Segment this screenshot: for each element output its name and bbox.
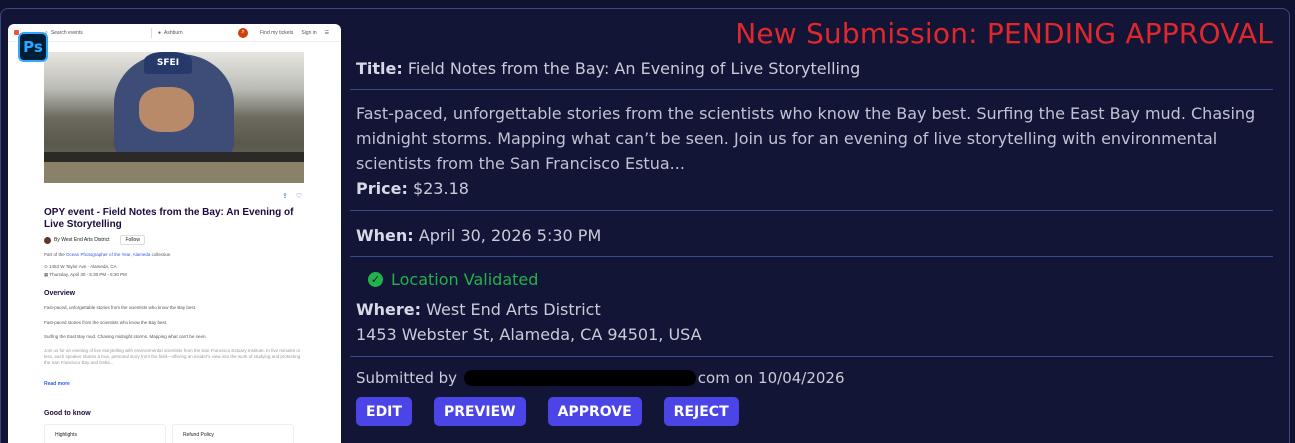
when-row: When: April 30, 2026 5:30 PM xyxy=(356,226,1272,245)
find-tickets-link[interactable]: Find my tickets xyxy=(260,30,293,36)
submitted-by-row: Submitted by com on 10/04/2026 xyxy=(356,369,1272,387)
title-label: Title: xyxy=(356,59,403,78)
location-validated-badge: ✓ Location Validated xyxy=(368,270,538,289)
preview-actions: ⇪ ♡ xyxy=(282,192,302,200)
address-text: 1453 Webster St, Alameda, CA 94501, USA xyxy=(356,325,702,344)
divider xyxy=(350,256,1273,257)
menu-icon[interactable]: ☰ xyxy=(325,30,329,36)
overview-paragraph: Fast-paced stories from the scientists w… xyxy=(44,320,168,325)
check-circle-icon: ✓ xyxy=(368,272,383,287)
price-label: Price: xyxy=(356,179,408,198)
submitted-prefix: Submitted by xyxy=(356,369,458,387)
overview-paragraph: Fast-paced, unforgettable stories from t… xyxy=(44,305,197,310)
collection-line: Part of the Ocean Photographer of the Ye… xyxy=(44,252,171,257)
preview-event-title: OPY event - Field Notes from the Bay: An… xyxy=(44,207,294,230)
photoshop-icon[interactable]: Ps xyxy=(18,32,48,62)
location-status-text: Location Validated xyxy=(391,270,539,289)
event-preview[interactable]: ⌕ Search events ● Ashburn ⌕ Find my tick… xyxy=(8,24,341,443)
overview-heading: Overview xyxy=(44,290,76,297)
description: Fast-paced, unforgettable stories from t… xyxy=(356,104,1256,173)
sign-in-link[interactable]: Sign in xyxy=(301,30,316,36)
highlights-box: Highlights xyxy=(44,424,166,443)
heart-icon[interactable]: ♡ xyxy=(296,192,302,200)
redacted-email xyxy=(463,370,696,386)
divider xyxy=(350,89,1273,90)
overview-paragraph: Join us for an evening of live storytell… xyxy=(44,348,301,365)
good-to-know-boxes: Highlights Refund Policy xyxy=(44,424,294,443)
approve-button[interactable]: APPROVE xyxy=(547,397,642,426)
where-row: Where: West End Arts District xyxy=(356,300,1272,319)
divider xyxy=(151,27,152,38)
price-value: $23.18 xyxy=(412,179,469,198)
address-line: ⊙ 1453 W Taylor Ave · Alameda, CA xyxy=(44,264,117,269)
status-heading: New Submission: PENDING APPROVAL xyxy=(735,17,1273,50)
title-value: Field Notes from the Bay: An Evening of … xyxy=(407,59,861,78)
submitted-suffix: com on 10/04/2026 xyxy=(697,369,845,387)
preview-organizer: By West End Arts District Follow xyxy=(44,235,145,245)
refund-policy-box: Refund Policy xyxy=(172,424,294,443)
event-hero-image: SFEI xyxy=(44,52,304,183)
read-more-link[interactable]: Read more xyxy=(44,381,70,387)
preview-navbar: ⌕ Search events ● Ashburn ⌕ Find my tick… xyxy=(8,24,341,42)
divider xyxy=(350,210,1273,211)
hero-cap: SFEI xyxy=(144,52,192,74)
price-row: Price: $23.18 xyxy=(356,179,1272,198)
edit-button[interactable]: EDIT xyxy=(356,397,412,426)
search-submit-icon[interactable]: ⌕ xyxy=(238,27,248,38)
hero-face xyxy=(139,87,194,132)
when-value: April 30, 2026 5:30 PM xyxy=(418,226,602,245)
hero-ruler xyxy=(44,152,304,162)
divider xyxy=(350,356,1273,357)
share-icon[interactable]: ⇪ xyxy=(282,192,288,200)
preview-button[interactable]: PREVIEW xyxy=(433,397,526,426)
hero-mud xyxy=(44,162,304,183)
good-to-know-heading: Good to know xyxy=(44,410,91,417)
when-label: When: xyxy=(356,226,414,245)
reject-button[interactable]: REJECT xyxy=(663,397,739,426)
follow-button[interactable]: Follow xyxy=(120,235,145,245)
where-value: West End Arts District xyxy=(426,300,601,319)
avatar xyxy=(44,236,51,244)
where-label: Where: xyxy=(356,300,422,319)
date-line: ▦ Thursday, April 30 · 5:30 PM - 8:30 PM xyxy=(44,272,127,277)
overview-paragraph: Surfing the East Bay mud. Chasing midnig… xyxy=(44,334,207,339)
preview-location[interactable]: ● Ashburn xyxy=(158,30,238,36)
location-pin-icon: ● xyxy=(158,29,162,36)
preview-search[interactable]: ⌕ Search events xyxy=(45,30,145,36)
action-buttons: EDIT PREVIEW APPROVE REJECT xyxy=(356,397,739,426)
title-row: Title: Field Notes from the Bay: An Even… xyxy=(356,59,1272,78)
